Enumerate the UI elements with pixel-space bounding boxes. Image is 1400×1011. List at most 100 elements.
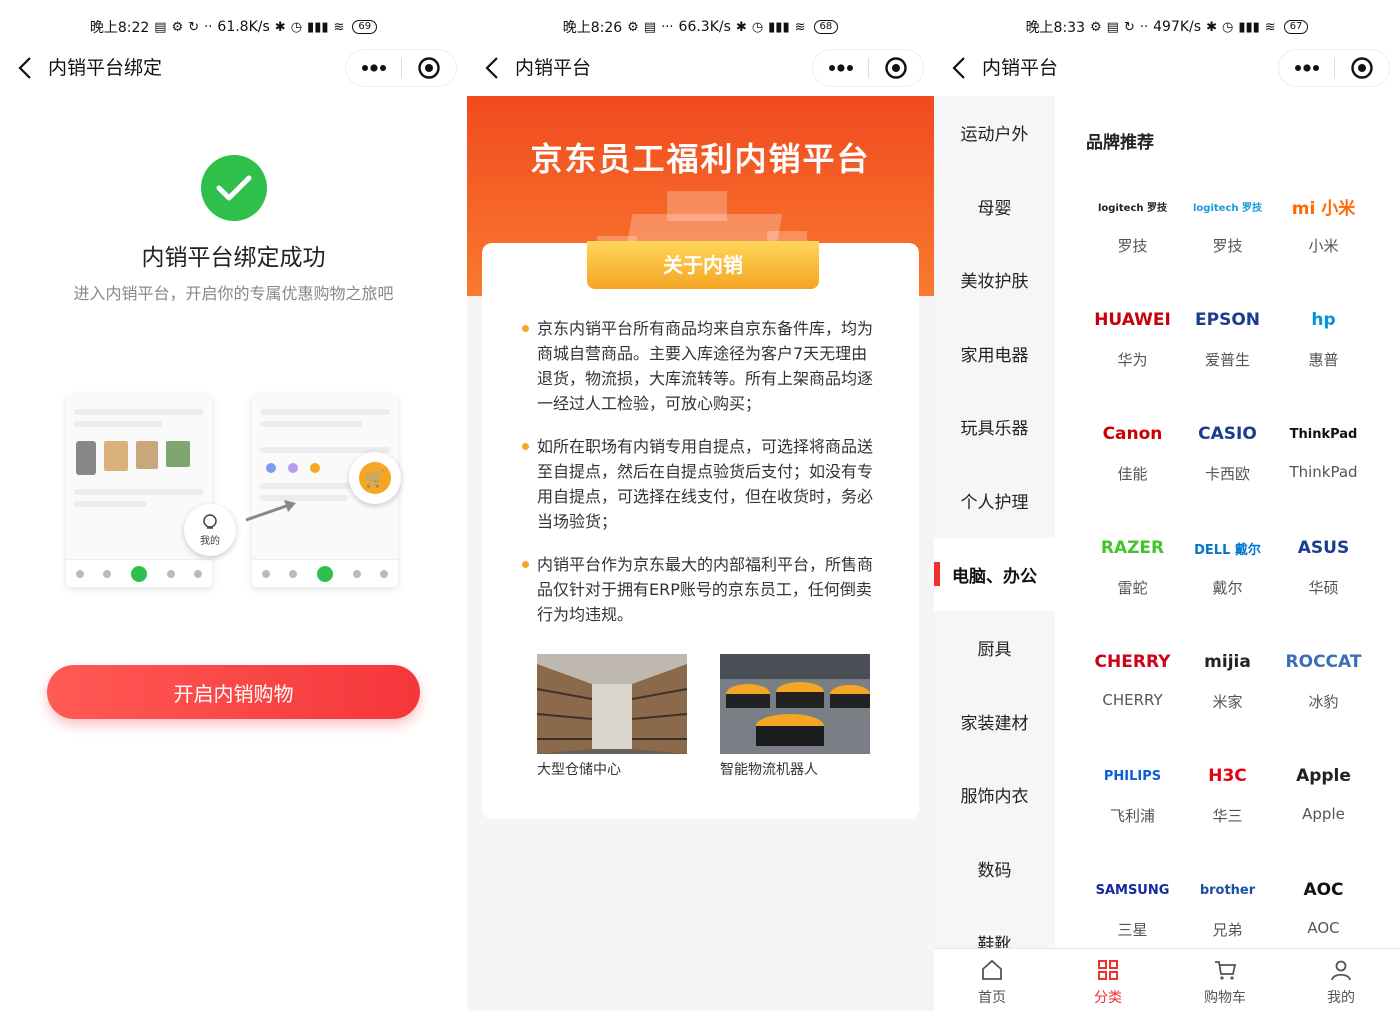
- brand-item[interactable]: Canon 佳能: [1085, 414, 1180, 528]
- nav-bar: 内销平台绑定: [0, 46, 467, 90]
- brand-logo: logitech 罗技: [1098, 202, 1167, 214]
- binding-screen: 晚上8:22 ▤ ⚙ ↻ ·· 61.8K/s ✱ ◷ ▮▮▮ ≋ 69 内销平…: [0, 0, 467, 1011]
- success-title: 内销平台绑定成功: [141, 245, 326, 271]
- start-shopping-button[interactable]: 开启内销购物: [47, 665, 420, 719]
- nav-bar: 内销平台: [467, 46, 934, 90]
- sync-icon: ↻: [188, 19, 200, 35]
- brand-item[interactable]: hp 惠普: [1276, 300, 1371, 414]
- close-target-icon[interactable]: [869, 49, 923, 87]
- category-item[interactable]: 母婴: [934, 170, 1055, 243]
- brand-item[interactable]: ASUS 华硕: [1276, 528, 1371, 642]
- more-icon[interactable]: [813, 49, 868, 87]
- category-item[interactable]: 数码: [934, 832, 1055, 905]
- brand-item[interactable]: ThinkPad ThinkPad: [1276, 414, 1371, 528]
- paragraph-2: 如所在职场有内销专用自提点，可选择将商品送至自提点，然后在自提点验货后支付；如没…: [522, 434, 882, 534]
- page-title: 内销平台: [515, 57, 592, 79]
- category-item[interactable]: 运动户外: [934, 96, 1055, 169]
- more-icon[interactable]: [346, 49, 401, 87]
- brand-name: 惠普: [1308, 351, 1339, 369]
- brand-item[interactable]: CHERRY CHERRY: [1085, 642, 1180, 756]
- tab-label: 分类: [1094, 990, 1122, 1006]
- battery-icon: 69: [352, 20, 378, 34]
- back-icon[interactable]: [948, 54, 972, 82]
- category-item[interactable]: 个人护理: [934, 464, 1055, 537]
- tab-item[interactable]: 我的: [1283, 957, 1399, 1009]
- brand-item[interactable]: mijia 米家: [1180, 642, 1275, 756]
- brand-name: 兄弟: [1212, 921, 1243, 939]
- tab-item[interactable]: 分类: [1050, 957, 1166, 1009]
- brand-logo: mi 小米: [1291, 198, 1356, 219]
- arrow-icon: [245, 500, 296, 522]
- bulb-icon: [203, 513, 217, 529]
- battery-icon: 67: [1283, 20, 1309, 34]
- cart-icon: 🛒: [359, 462, 391, 494]
- brand-item[interactable]: ROCCAT 冰豹: [1276, 642, 1371, 756]
- brand-name: ThinkPad: [1289, 463, 1358, 481]
- close-target-icon[interactable]: [1335, 49, 1389, 87]
- more-icon[interactable]: [1279, 49, 1334, 87]
- close-target-icon[interactable]: [402, 49, 456, 87]
- brand-logo: CHERRY: [1094, 652, 1171, 672]
- wifi-icon: ≋: [1264, 19, 1276, 35]
- brand-item[interactable]: Apple Apple: [1276, 756, 1371, 870]
- status-time: 晚上8:26: [562, 20, 623, 36]
- more-dots-icon: ···: [661, 19, 674, 35]
- brand-name: 罗技: [1212, 237, 1243, 255]
- signal-icon: ▮▮▮: [1238, 19, 1260, 35]
- warehouse-photo: [537, 654, 687, 754]
- status-bar: 晚上8:22 ▤ ⚙ ↻ ·· 61.8K/s ✱ ◷ ▮▮▮ ≋ 69: [0, 14, 467, 40]
- brand-name: AOC: [1307, 919, 1340, 937]
- status-bar: 晚上8:33 ⚙ ▤ ↻ ·· 497K/s ✱ ◷ ▮▮▮ ≋ 67: [934, 14, 1400, 40]
- category-item[interactable]: 服饰内衣: [934, 758, 1055, 831]
- brand-item[interactable]: H3C 华三: [1180, 756, 1275, 870]
- tab-label: 购物车: [1204, 990, 1246, 1006]
- tab-item[interactable]: 首页: [934, 957, 1050, 1009]
- warehouse-caption: 大型仓储中心: [537, 762, 621, 778]
- brand-logo: CASIO: [1198, 424, 1257, 444]
- brand-item[interactable]: PHILIPS 飞利浦: [1085, 756, 1180, 870]
- brand-item[interactable]: logitech 罗技 罗技: [1180, 186, 1275, 300]
- brand-logo: AOC: [1303, 880, 1344, 900]
- brand-name: 米家: [1212, 693, 1243, 711]
- category-item[interactable]: 美妆护肤: [934, 243, 1055, 316]
- brand-item[interactable]: logitech 罗技罗技: [1085, 186, 1180, 300]
- back-icon[interactable]: [481, 54, 505, 82]
- category-sidebar: 运动户外 母婴 美妆护肤 家用电器 玩具乐器 个人护理 电脑、办公 厨具 家装建材 服饰内衣 数码鞋…: [934, 96, 1055, 955]
- wifi-icon: ≋: [794, 19, 806, 35]
- brand-name: 华为: [1117, 351, 1148, 369]
- brand-logo: mijia: [1204, 652, 1251, 672]
- brand-logo: H3C: [1208, 766, 1247, 786]
- category-item[interactable]: 家装建材: [934, 685, 1055, 758]
- back-icon[interactable]: [14, 54, 38, 82]
- brand-item[interactable]: mi 小米 小米: [1276, 186, 1371, 300]
- settings-icon: ⚙: [1090, 19, 1102, 35]
- brand-logo: HUAWEI: [1094, 310, 1171, 330]
- bluetooth-icon: ✱: [274, 19, 286, 35]
- more-dots-icon: ··: [1139, 19, 1149, 35]
- category-item[interactable]: 家用电器: [934, 317, 1055, 390]
- brand-item[interactable]: EPSON 爱普生: [1180, 300, 1275, 414]
- category-item[interactable]: 玩具乐器: [934, 390, 1055, 463]
- more-dots-icon: ··: [204, 19, 213, 35]
- brand-name: 飞利浦: [1109, 807, 1155, 825]
- brand-name: 罗技: [1117, 237, 1148, 255]
- brand-item[interactable]: RAZER 雷蛇: [1085, 528, 1180, 642]
- brand-name: 华硕: [1308, 579, 1339, 597]
- brand-logo: SAMSUNG: [1095, 882, 1170, 898]
- card-tab: 关于内销: [587, 241, 819, 289]
- brand-logo: RAZER: [1100, 538, 1165, 558]
- brand-item[interactable]: CASIO 卡西欧: [1180, 414, 1275, 528]
- brand-item[interactable]: DELL 戴尔 戴尔: [1180, 528, 1275, 642]
- category-item[interactable]: 电脑、办公: [934, 537, 1055, 611]
- tab-item[interactable]: 购物车: [1167, 957, 1283, 1009]
- message-icon: ▤: [1106, 19, 1119, 35]
- network-speed: 61.8K/s: [217, 19, 270, 35]
- paragraph-3: 内销平台作为京东最大的内部福利平台，所售商品仅针对于拥有ERP账号的京东员工，任…: [522, 552, 882, 627]
- brand-item[interactable]: HUAWEI 华为: [1085, 300, 1180, 414]
- brand-name: 华三: [1212, 807, 1243, 825]
- signal-icon: ▮▮▮: [768, 19, 790, 35]
- mini-program-capsule: [1278, 49, 1390, 87]
- tab-label: 首页: [978, 990, 1006, 1006]
- category-item[interactable]: 厨具: [934, 611, 1055, 684]
- brand-name: 冰豹: [1308, 693, 1339, 711]
